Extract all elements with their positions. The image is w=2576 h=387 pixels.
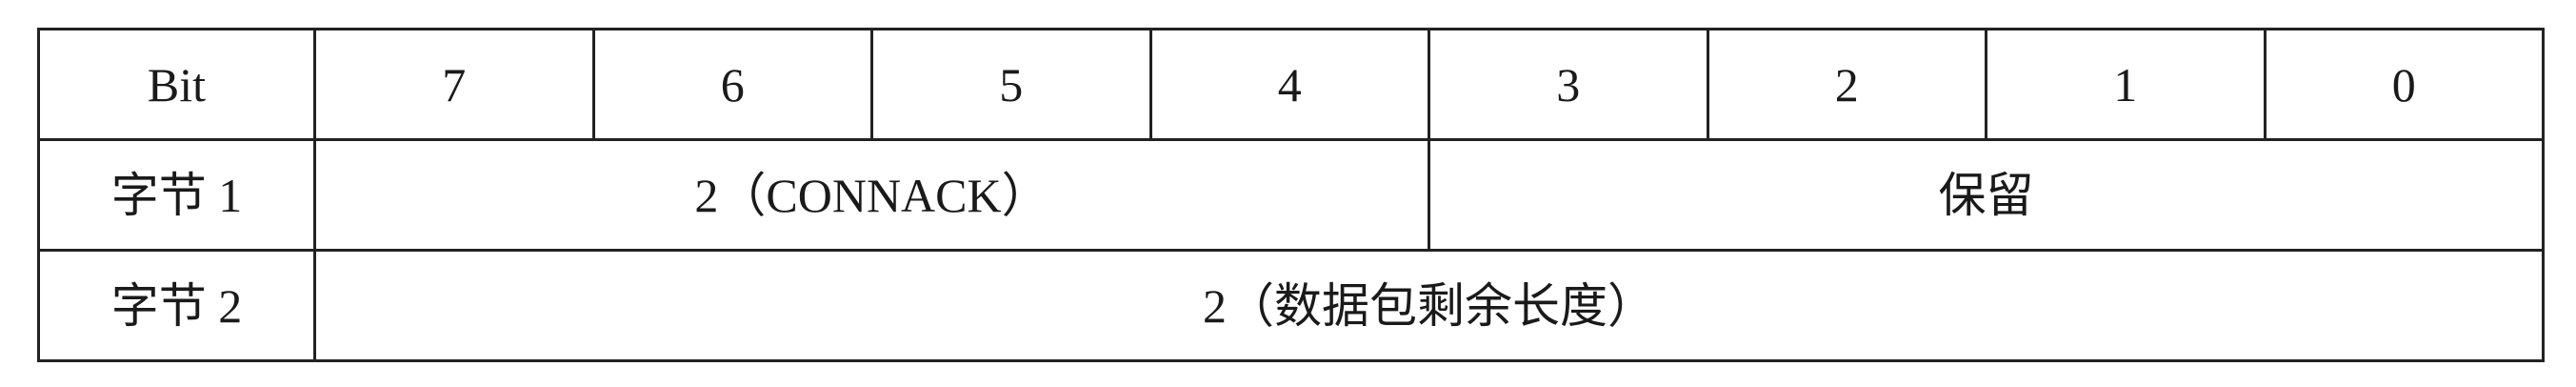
bit-2-cell: 2 — [1706, 28, 1987, 141]
byte-1-row: 字节 1 2（CONNACK） 保留 — [37, 138, 2545, 252]
reserved-cell: 保留 — [1428, 138, 2545, 252]
bit-4-cell: 4 — [1148, 28, 1430, 141]
byte-2-row: 字节 2 2（数据包剩余长度） — [37, 249, 2545, 362]
remaining-length-cell: 2（数据包剩余长度） — [313, 249, 2545, 362]
bit-5-cell: 5 — [870, 28, 1152, 141]
byte-1-label-cell: 字节 1 — [37, 138, 316, 252]
byte-2-label-cell: 字节 2 — [37, 249, 316, 362]
packet-type-cell: 2（CONNACK） — [313, 138, 1430, 252]
bit-7-cell: 7 — [313, 28, 595, 141]
header-row: Bit 7 6 5 4 3 2 1 0 — [37, 28, 2545, 141]
bit-3-cell: 3 — [1428, 28, 1709, 141]
bit-0-cell: 0 — [2263, 28, 2545, 141]
header-label-cell: Bit — [37, 28, 316, 141]
connack-fixed-header-table: Bit 7 6 5 4 3 2 1 0 字节 1 2（CONNACK） 保留 字… — [37, 28, 2545, 362]
bit-1-cell: 1 — [1985, 28, 2266, 141]
bit-6-cell: 6 — [591, 28, 873, 141]
